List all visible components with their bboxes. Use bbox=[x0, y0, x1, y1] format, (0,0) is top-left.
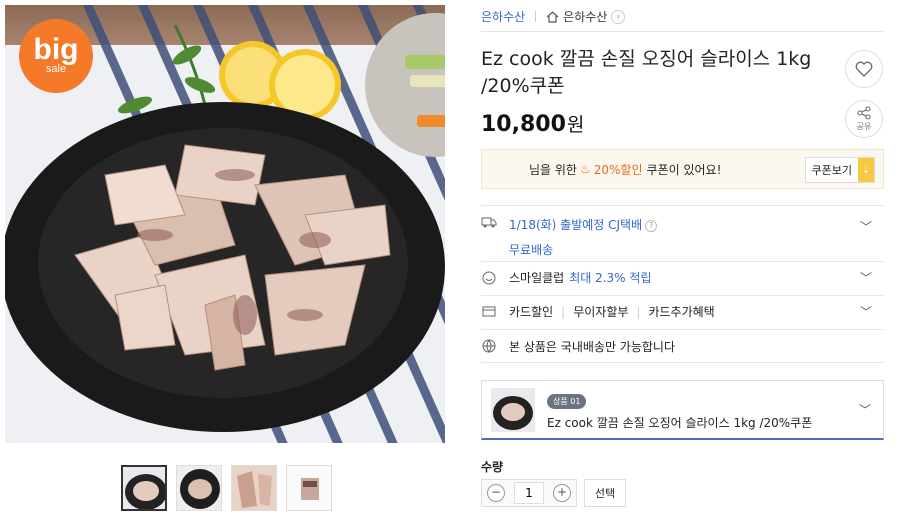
card-item-benefit: 카드추가혜택 bbox=[648, 305, 715, 319]
truck-icon bbox=[481, 217, 497, 228]
chevron-down-icon: ﹀ bbox=[859, 271, 872, 285]
thumbnail-3[interactable] bbox=[231, 465, 277, 511]
badge-line1: big bbox=[33, 33, 79, 66]
option-name: Ez cook 깔끔 손질 오징어 슬라이스 1kg /20%쿠폰 bbox=[547, 415, 813, 430]
divider bbox=[535, 11, 537, 22]
wishlist-button[interactable] bbox=[845, 50, 883, 88]
shipping-row[interactable]: 1/18(화) 출발예정 CJ택배? 무료배송 ﹀ bbox=[481, 205, 884, 258]
thumbnail-1[interactable] bbox=[121, 465, 167, 511]
quantity-input[interactable] bbox=[514, 482, 544, 504]
card-item-discount: 카드할인 bbox=[509, 305, 554, 319]
divider: | bbox=[561, 304, 566, 319]
product-title: Ez cook 깔끔 손질 오징어 슬라이스 1kg /20%쿠폰 bbox=[481, 48, 812, 97]
coupon-prefix: 님을 위한 bbox=[529, 162, 577, 177]
card-icon bbox=[482, 306, 496, 317]
thumbnail-strip bbox=[121, 465, 332, 511]
share-button[interactable]: 공유 bbox=[845, 100, 883, 138]
option-select[interactable]: 상품 01 Ez cook 깔끔 손질 오징어 슬라이스 1kg /20%쿠폰 … bbox=[481, 380, 884, 440]
view-coupon-label: 쿠폰보기 bbox=[811, 164, 852, 177]
home-icon bbox=[546, 10, 559, 23]
free-shipping-label: 무료배송 bbox=[509, 243, 554, 257]
chevron-right-icon: › bbox=[611, 9, 626, 24]
help-icon[interactable]: ? bbox=[645, 219, 658, 232]
share-icon bbox=[857, 106, 871, 120]
heart-icon bbox=[855, 61, 873, 77]
option-thumbnail bbox=[491, 387, 535, 432]
divider: | bbox=[636, 304, 641, 319]
seller-row: 은하수산 은하수산 › bbox=[481, 8, 884, 32]
main-product-image: big sale bbox=[5, 5, 445, 443]
shipping-date: 1/18(화) 출발예정 CJ택배 bbox=[509, 218, 643, 232]
coupon-banner: 님을 위한 ♨ 20%할인 쿠폰이 있어요! 쿠폰보기 ⇣ bbox=[481, 149, 884, 189]
coupon-highlight: 20%할인 bbox=[593, 162, 643, 177]
chevron-down-icon: ﹀ bbox=[859, 305, 872, 319]
card-item-installment: 무이자할부 bbox=[573, 305, 629, 319]
view-coupon-button[interactable]: 쿠폰보기 ⇣ bbox=[804, 157, 875, 183]
shipping-notice-row: 본 상품은 국내배송만 가능합니다 bbox=[481, 329, 884, 362]
price-currency: 원 bbox=[566, 114, 585, 136]
smileclub-row[interactable]: 스마일클럽 최대 2.3% 적립 ﹀ bbox=[481, 261, 884, 293]
smileclub-rate: 최대 2.3% 적립 bbox=[569, 271, 652, 285]
select-button[interactable]: 선택 bbox=[584, 479, 626, 507]
store-name: 은하수산 bbox=[563, 10, 608, 24]
quantity-stepper: − + bbox=[481, 479, 577, 507]
coupon-suffix: 쿠폰이 있어요! bbox=[646, 162, 722, 177]
option-badge: 상품 01 bbox=[547, 393, 587, 409]
share-label: 공유 bbox=[856, 122, 872, 131]
increase-button[interactable]: + bbox=[553, 484, 571, 502]
smile-icon bbox=[482, 271, 496, 284]
thumbnail-4[interactable] bbox=[286, 465, 332, 511]
divider bbox=[481, 362, 884, 363]
price-value: 10,800 bbox=[481, 112, 566, 137]
chevron-down-icon: ﹀ bbox=[859, 220, 872, 234]
decrease-button[interactable]: − bbox=[487, 484, 505, 502]
product-price: 10,800원 bbox=[481, 110, 584, 137]
quantity-label: 수량 bbox=[481, 460, 504, 474]
big-sale-badge: big sale bbox=[19, 19, 93, 93]
seller-name-link[interactable]: 은하수산 bbox=[481, 8, 525, 25]
badge-line2: sale bbox=[45, 63, 67, 75]
globe-icon bbox=[482, 339, 496, 353]
thumbnail-2[interactable] bbox=[176, 465, 222, 511]
store-link[interactable]: 은하수산 › bbox=[546, 8, 626, 25]
notice-text: 본 상품은 국내배송만 가능합니다 bbox=[509, 339, 676, 354]
download-icon: ⇣ bbox=[858, 158, 874, 182]
coupon-flame-icon: ♨ bbox=[579, 162, 591, 176]
smileclub-label: 스마일클럽 bbox=[509, 271, 565, 285]
chevron-down-icon: ﹀ bbox=[858, 403, 871, 417]
card-row[interactable]: 카드할인 | 무이자할부 | 카드추가혜택 ﹀ bbox=[481, 295, 884, 327]
